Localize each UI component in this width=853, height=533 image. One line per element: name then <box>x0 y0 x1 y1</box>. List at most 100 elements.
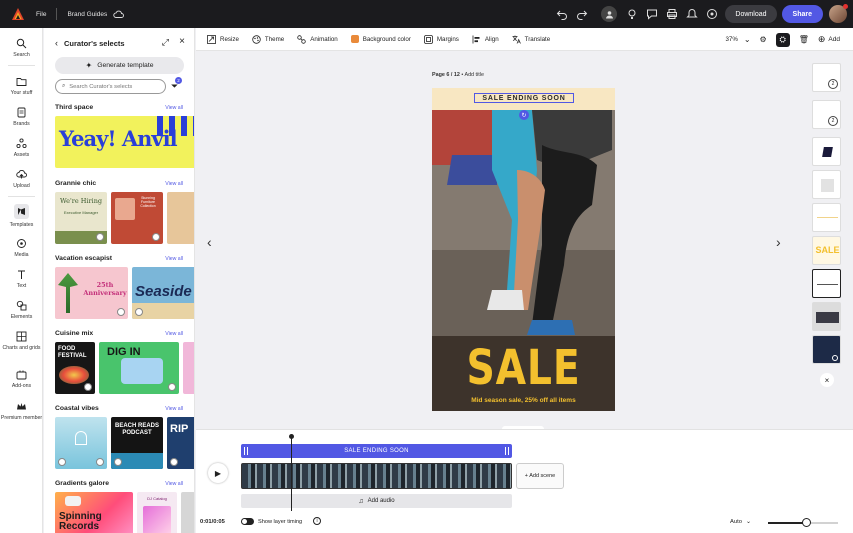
page-thumbnail[interactable] <box>812 170 841 199</box>
template-thumbnail[interactable]: 25th Anniversary <box>55 267 128 319</box>
grid-view-icon[interactable]: ⚙ <box>760 35 767 44</box>
view-all-link[interactable]: View all <box>165 481 183 487</box>
layers-icon[interactable]: ⛭ <box>775 32 790 47</box>
template-thumbnail[interactable] <box>55 417 107 469</box>
background-color-button[interactable]: Background color <box>350 35 411 43</box>
template-thumbnail[interactable]: FOOD FESTIVAL <box>55 342 95 394</box>
translate-button[interactable]: Translate <box>512 35 550 44</box>
view-all-link[interactable]: View all <box>165 105 183 111</box>
adobe-express-logo[interactable] <box>11 7 25 21</box>
rail-item-add-ons[interactable]: Add-ons <box>0 368 43 390</box>
rotate-handle-icon[interactable]: ↻ <box>519 110 529 120</box>
rail-item-premium[interactable]: Premium member <box>0 400 43 422</box>
add-audio-button[interactable]: ♫ Add audio <box>241 494 512 508</box>
template-thumbnail[interactable]: Yeay! Anvil <box>55 116 194 168</box>
next-page-arrow[interactable]: › <box>776 234 781 250</box>
search-box[interactable]: ⌕ <box>55 79 166 94</box>
back-icon[interactable]: ‹ <box>55 38 58 48</box>
page-thumbnail[interactable]: 2 <box>812 63 841 92</box>
template-thumbnail[interactable] <box>167 192 194 244</box>
page-thumbnail-selected[interactable] <box>812 269 841 298</box>
thumbnail-text: Spinning Records <box>59 511 102 532</box>
play-button[interactable]: ▶ <box>208 463 228 483</box>
template-thumbnail[interactable]: Seaside <box>132 267 194 319</box>
rail-item-text[interactable]: Text <box>0 268 43 290</box>
rail-item-upload[interactable]: Upload <box>0 168 43 190</box>
slider-knob[interactable] <box>802 518 811 527</box>
download-button[interactable]: Download <box>725 5 777 23</box>
rail-item-media[interactable]: Media <box>0 237 43 259</box>
left-rail: Search Your stuff Brands Assets Upload T… <box>0 28 43 533</box>
template-thumbnail[interactable]: We're Hiring Executive Manager <box>55 192 107 244</box>
animation-button[interactable]: Animation <box>297 34 338 44</box>
align-button[interactable]: Align <box>472 35 499 44</box>
template-thumbnail[interactable]: BEACH READS PODCAST <box>111 417 163 469</box>
print-icon[interactable] <box>665 7 679 21</box>
chevron-down-icon[interactable]: ⌄ <box>744 35 751 44</box>
theme-button[interactable]: Theme <box>252 34 284 44</box>
expand-icon[interactable]: ⤢ <box>162 37 169 48</box>
brand-kit-icon[interactable] <box>705 7 719 21</box>
rail-label: Media <box>14 252 29 258</box>
lightbulb-icon[interactable] <box>625 7 639 21</box>
speed-select[interactable]: Auto ⌄ <box>730 519 751 525</box>
schedule-icon[interactable] <box>685 7 699 21</box>
margins-button[interactable]: Margins <box>423 34 459 44</box>
artboard[interactable]: SALE Mid season sale, 25% off all items … <box>432 88 615 411</box>
timeline-zoom-slider[interactable] <box>768 518 838 527</box>
brand-guides-title[interactable]: Brand Guides <box>67 11 107 18</box>
assets-icon <box>16 137 28 149</box>
info-icon[interactable]: i <box>313 517 321 525</box>
page-thumbnail[interactable] <box>812 203 841 232</box>
add-title-link[interactable]: Add title <box>464 72 483 78</box>
zoom-level[interactable]: 37% <box>725 36 737 43</box>
user-avatar[interactable] <box>829 4 848 23</box>
sale-text[interactable]: SALE <box>448 340 598 396</box>
template-thumbnail[interactable]: RIP <box>167 417 194 469</box>
headline-text-selected[interactable]: SALE ENDING SOON <box>474 93 574 103</box>
sale-subline[interactable]: Mid season sale, 25% off all items <box>432 397 615 404</box>
add-scene-button[interactable]: + Add scene <box>516 463 564 489</box>
view-all-link[interactable]: View all <box>165 406 183 412</box>
resize-button[interactable]: Resize <box>207 34 239 44</box>
close-icon[interactable]: × <box>820 373 834 387</box>
rail-item-your-stuff[interactable]: Your stuff <box>0 75 43 97</box>
undo-icon[interactable] <box>555 7 569 21</box>
file-menu[interactable]: File <box>36 11 46 18</box>
previous-page-arrow[interactable]: ‹ <box>207 234 212 250</box>
text-layer-track[interactable]: SALE ENDING SOON <box>241 444 512 458</box>
template-thumbnail[interactable] <box>181 492 194 533</box>
template-thumbnail[interactable]: DJ Catalog <box>137 492 177 533</box>
thumbnail-text: We're Hiring <box>59 197 103 205</box>
view-all-link[interactable]: View all <box>165 331 183 337</box>
template-thumbnail[interactable]: Stunning Furniture Collection <box>111 192 163 244</box>
template-thumbnail[interactable]: DIG IN <box>99 342 179 394</box>
view-all-link[interactable]: View all <box>165 256 183 262</box>
rail-item-brands[interactable]: Brands <box>0 106 43 128</box>
page-thumbnail[interactable] <box>812 137 841 166</box>
generate-template-button[interactable]: ✦ Generate template <box>55 57 184 74</box>
page-thumbnail[interactable] <box>812 302 841 331</box>
share-button[interactable]: Share <box>781 5 823 23</box>
rail-item-search[interactable]: Search <box>0 37 43 59</box>
video-track[interactable] <box>241 463 512 489</box>
template-thumbnail[interactable] <box>183 342 194 394</box>
rail-item-assets[interactable]: Assets <box>0 137 43 159</box>
view-all-link[interactable]: View all <box>165 181 183 187</box>
search-input[interactable] <box>69 83 160 90</box>
page-thumbnail[interactable]: 2 <box>812 100 841 129</box>
redo-icon[interactable] <box>575 7 589 21</box>
playhead[interactable] <box>289 434 294 511</box>
template-thumbnail[interactable]: Spinning Records <box>55 492 133 533</box>
rail-item-elements[interactable]: Elements <box>0 299 43 321</box>
page-thumbnail[interactable] <box>812 335 841 364</box>
rail-item-templates[interactable]: Templates <box>0 204 43 229</box>
collaborator-icon[interactable] <box>601 6 618 22</box>
trash-icon[interactable]: 🗑 <box>799 35 809 44</box>
comment-icon[interactable] <box>645 7 659 21</box>
add-page-button[interactable]: ⊕ Add <box>818 34 840 45</box>
layer-timing-toggle[interactable] <box>241 518 254 525</box>
page-thumbnail[interactable]: SALE <box>812 236 841 265</box>
close-icon[interactable]: × <box>179 36 185 47</box>
rail-item-charts[interactable]: Charts and grids <box>0 330 43 352</box>
